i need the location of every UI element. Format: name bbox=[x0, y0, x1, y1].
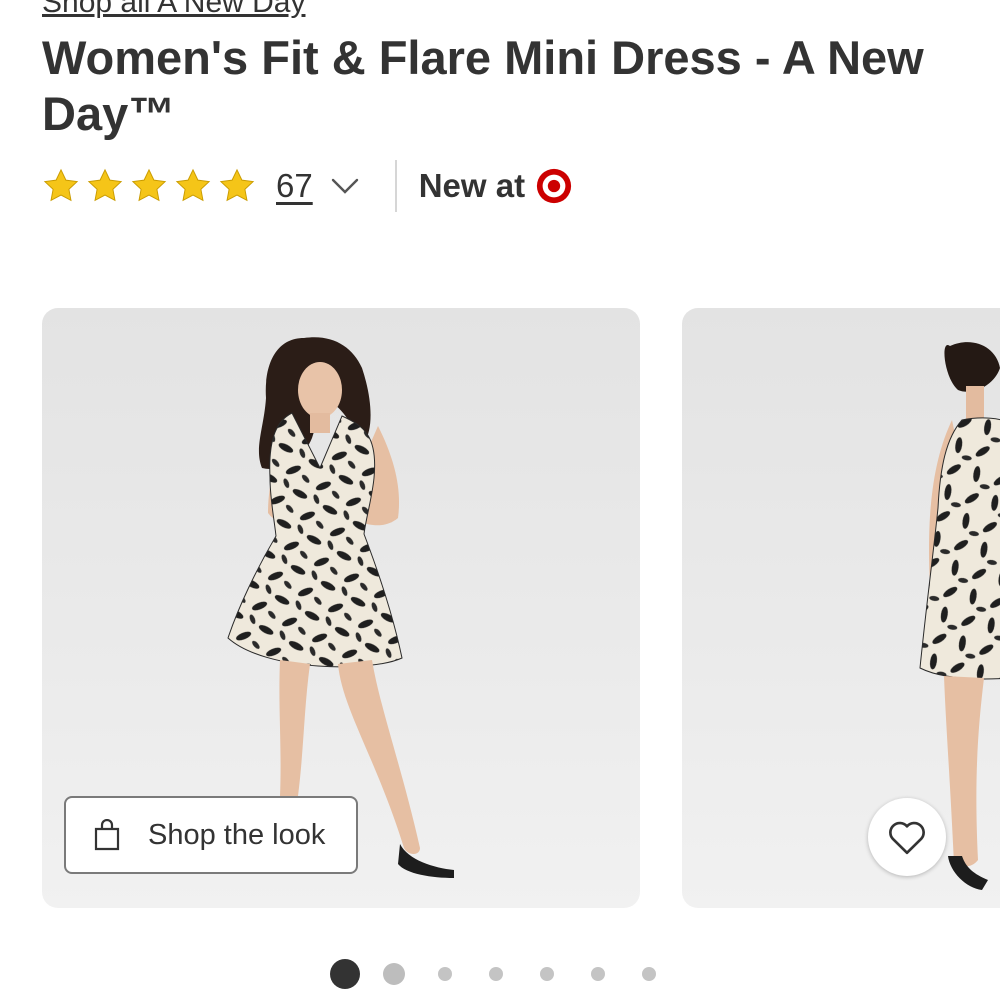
shopping-bag-icon bbox=[92, 819, 122, 851]
product-title: Women's Fit & Flare Mini Dress - A New D… bbox=[42, 31, 924, 140]
shop-all-brand-link[interactable]: Shop all A New Day bbox=[42, 0, 305, 20]
product-page: Shop all A New Day Women's Fit & Flare M… bbox=[0, 0, 1000, 1000]
shop-the-look-label: Shop the look bbox=[148, 818, 326, 851]
model-back-image bbox=[919, 342, 1000, 890]
pagination-dot[interactable] bbox=[540, 967, 554, 981]
image-carousel[interactable]: Shop the look bbox=[42, 308, 1000, 908]
carousel-pagination bbox=[330, 958, 693, 990]
star-icon bbox=[42, 167, 80, 205]
product-image-front[interactable]: Shop the look bbox=[42, 308, 640, 908]
pagination-dot[interactable] bbox=[438, 967, 452, 981]
star-icon bbox=[174, 167, 212, 205]
favorite-button[interactable] bbox=[868, 798, 946, 876]
pagination-dot[interactable] bbox=[383, 963, 405, 985]
divider bbox=[394, 160, 397, 212]
target-bullseye-icon bbox=[536, 168, 572, 204]
rating-row: 67 New at bbox=[42, 158, 573, 214]
star-rating[interactable] bbox=[42, 167, 256, 205]
pagination-dot[interactable] bbox=[642, 967, 656, 981]
pagination-dot[interactable] bbox=[489, 967, 503, 981]
pagination-dot[interactable] bbox=[591, 967, 605, 981]
star-icon bbox=[130, 167, 168, 205]
new-at-label: New at bbox=[418, 167, 526, 204]
pagination-dot-active[interactable] bbox=[330, 959, 360, 989]
heart-icon bbox=[889, 821, 925, 855]
chevron-down-icon[interactable] bbox=[327, 168, 363, 204]
star-icon bbox=[86, 167, 124, 205]
product-image-back[interactable] bbox=[682, 308, 1000, 908]
star-icon bbox=[218, 167, 256, 205]
shop-the-look-button[interactable]: Shop the look bbox=[64, 796, 358, 874]
review-count-link[interactable]: 67 bbox=[276, 167, 313, 205]
